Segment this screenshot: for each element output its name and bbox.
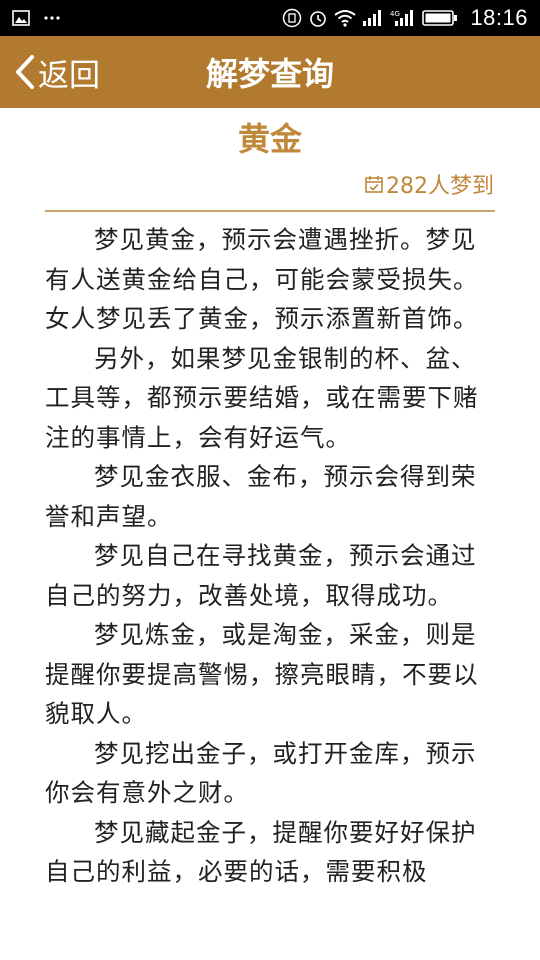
more-icon [44, 15, 60, 21]
article-paragraph: 梦见黄金，预示会遭遇挫折。梦见有人送黄金给自己，可能会蒙受损失。女人梦见丢了黄金… [45, 225, 479, 333]
status-bar-right: 4G 18:16 [282, 5, 528, 31]
app-header: 解梦查询 返回 [0, 36, 540, 108]
article-paragraph: 梦见炼金，或是淘金，采金，则是提醒你要提高警惕，擦亮眼睛，不要以貌取人。 [45, 620, 479, 728]
calendar-icon [364, 174, 384, 194]
battery-icon [422, 9, 458, 27]
svg-text:4G: 4G [390, 10, 400, 18]
signal-icon [362, 9, 384, 27]
4g-signal-icon: 4G [390, 9, 416, 27]
article-paragraph: 梦见挖出金子，或打开金库，预示你会有意外之财。 [45, 738, 477, 808]
article-paragraph: 梦见自己在寻找黄金，预示会通过自己的努力，改善处境，取得成功。 [45, 541, 477, 610]
alarm-icon [308, 8, 328, 28]
vibrate-icon [282, 8, 302, 28]
article-paragraph: 另外，如果梦见金银制的杯、盆、工具等，都预示要结婚，或在需要下赌注的事情上，会有… [45, 343, 479, 452]
dream-title: 黄金 [237, 120, 302, 158]
wifi-icon [334, 9, 357, 27]
chevron-left-icon [14, 54, 36, 90]
status-bar-left [12, 10, 60, 26]
article-paragraph: 梦见藏起金子，提醒你要好好保护自己的利益，必要的话，需要积极 [45, 817, 477, 887]
article-paragraph: 梦见金衣服、金布，预示会得到荣誉和声望。 [45, 462, 477, 531]
dream-meta: 282人梦到 [0, 166, 540, 202]
back-button-label: 返回 [38, 57, 100, 94]
screen: 4G 18:16 解梦查询 返回 黄金 282人梦到 梦见黄金，预示会遭遇挫折。… [0, 0, 540, 960]
status-time: 18:16 [470, 5, 528, 30]
status-bar: 4G 18:16 [0, 0, 540, 36]
back-button[interactable]: 返回 [14, 36, 100, 108]
dream-content: 黄金 282人梦到 梦见黄金，预示会遭遇挫折。梦见有人送黄金给自己，可能会蒙受损… [0, 108, 540, 960]
dream-count: 282人梦到 [386, 174, 494, 199]
image-icon [12, 10, 30, 26]
dream-article: 梦见黄金，预示会遭遇挫折。梦见有人送黄金给自己，可能会蒙受损失。女人梦见丢了黄金… [0, 212, 540, 892]
